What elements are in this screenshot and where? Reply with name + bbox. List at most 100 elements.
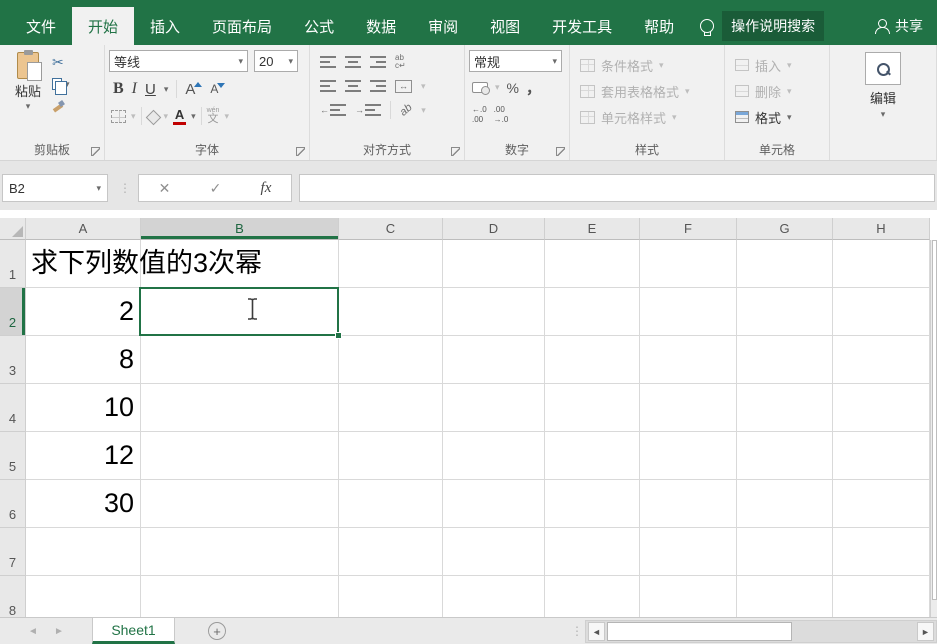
align-right-icon[interactable] <box>370 80 386 92</box>
column-header-d[interactable]: D <box>443 218 545 240</box>
group-editing[interactable]: 编辑 ▾ <box>830 45 937 160</box>
align-top-icon[interactable] <box>320 56 336 68</box>
tab-help[interactable]: 帮助 <box>628 7 690 45</box>
clipboard-dialog-launcher-icon[interactable] <box>91 147 100 156</box>
vertical-scrollbar-thumb[interactable] <box>932 240 937 600</box>
format-as-table-button[interactable]: 套用表格格式 ▾ <box>574 78 720 104</box>
increase-decimal-button[interactable]: ←.0 .00 <box>472 105 487 123</box>
phonetic-guide-button[interactable]: wén 文 <box>207 107 220 125</box>
comma-style-button[interactable]: ， <box>526 77 541 98</box>
borders-icon[interactable] <box>111 110 126 123</box>
bold-button[interactable]: B <box>113 80 124 98</box>
vertical-scrollbar[interactable] <box>930 240 937 617</box>
cell-styles-button[interactable]: 单元格样式 ▾ <box>574 104 720 130</box>
tab-view[interactable]: 视图 <box>474 7 536 45</box>
chevron-down-icon[interactable]: ▾ <box>495 83 500 92</box>
horizontal-scrollbar[interactable]: ◄ ► <box>585 620 937 643</box>
align-bottom-icon[interactable] <box>370 56 386 68</box>
chevron-down-icon[interactable]: ▾ <box>96 184 101 193</box>
insert-function-icon[interactable]: fx <box>261 180 272 197</box>
chevron-down-icon[interactable]: ▾ <box>26 102 31 111</box>
new-sheet-button[interactable]: + <box>208 622 226 640</box>
font-family-combobox[interactable]: 等线 ▾ <box>109 50 248 72</box>
cell-a5-value[interactable]: 12 <box>26 432 134 480</box>
column-header-e[interactable]: E <box>545 218 640 240</box>
merge-center-icon[interactable]: ↔ <box>395 80 412 93</box>
tab-insert[interactable]: 插入 <box>134 7 196 45</box>
alignment-dialog-launcher-icon[interactable] <box>451 147 460 156</box>
cancel-icon[interactable]: ✕ <box>159 180 171 197</box>
tab-page-layout[interactable]: 页面布局 <box>196 7 288 45</box>
font-dialog-launcher-icon[interactable] <box>296 147 305 156</box>
row-header-6[interactable]: 6 <box>0 480 26 528</box>
fill-handle[interactable] <box>335 332 342 339</box>
chevron-down-icon[interactable]: ▾ <box>224 112 229 121</box>
chevron-down-icon[interactable]: ▾ <box>421 82 426 91</box>
column-header-g[interactable]: G <box>737 218 833 240</box>
chevron-down-icon[interactable]: ▾ <box>881 110 886 119</box>
tab-scrollbar-splitter[interactable]: ⋮ <box>571 618 583 644</box>
chevron-down-icon[interactable]: ▾ <box>421 106 426 115</box>
decrease-decimal-button[interactable]: .00 →.0 <box>494 105 509 123</box>
delete-cells-button[interactable]: 删除 ▾ <box>729 78 825 104</box>
cut-button[interactable]: ✂ <box>52 53 70 71</box>
name-box[interactable]: B2 ▾ <box>2 174 108 202</box>
row-header-5[interactable]: 5 <box>0 432 26 480</box>
decrease-font-size-button[interactable]: A <box>210 82 225 96</box>
font-color-button[interactable]: A <box>173 108 186 125</box>
paste-button[interactable]: 粘贴 ▾ <box>4 50 52 142</box>
align-middle-icon[interactable] <box>345 56 361 68</box>
row-header-3[interactable]: 3 <box>0 336 26 384</box>
share-button[interactable]: 共享 <box>875 7 937 45</box>
chevron-down-icon[interactable]: ▾ <box>288 57 293 66</box>
chevron-down-icon[interactable]: ▾ <box>238 57 243 66</box>
tab-home[interactable]: 开始 <box>72 7 134 45</box>
tab-data[interactable]: 数据 <box>350 7 412 45</box>
number-format-combobox[interactable]: 常规 ▾ <box>469 50 562 72</box>
row-header-4[interactable]: 4 <box>0 384 26 432</box>
formula-input[interactable] <box>299 174 935 202</box>
cell-a4-value[interactable]: 10 <box>26 384 134 432</box>
font-size-combobox[interactable]: 20 ▾ <box>254 50 298 72</box>
column-header-b[interactable]: B <box>141 218 339 240</box>
tab-file[interactable]: 文件 <box>10 7 72 45</box>
next-sheet-icon[interactable]: ► <box>54 618 64 644</box>
row-header-2[interactable]: 2 <box>0 288 26 336</box>
conditional-formatting-button[interactable]: 条件格式 ▾ <box>574 52 720 78</box>
chevron-down-icon[interactable]: ▾ <box>164 112 169 121</box>
enter-icon[interactable]: ✓ <box>210 180 222 197</box>
prev-sheet-icon[interactable]: ◄ <box>28 618 38 644</box>
cell-a6-value[interactable]: 30 <box>26 480 134 528</box>
horizontal-scrollbar-thumb[interactable] <box>607 622 792 641</box>
number-dialog-launcher-icon[interactable] <box>556 147 565 156</box>
scroll-left-icon[interactable]: ◄ <box>588 622 605 641</box>
cell-a3-value[interactable]: 8 <box>26 336 134 384</box>
wrap-text-icon[interactable]: ab c↵ <box>395 54 406 70</box>
increase-indent-icon[interactable]: → <box>355 104 381 116</box>
tell-me-search-label[interactable]: 操作说明搜索 <box>722 11 824 41</box>
row-header-1[interactable]: 1 <box>0 240 26 288</box>
tell-me-search[interactable]: 操作说明搜索 <box>700 7 824 45</box>
italic-button[interactable]: I <box>132 80 137 98</box>
cell-a2-value[interactable]: 2 <box>26 288 134 336</box>
decrease-indent-icon[interactable]: ← <box>320 104 346 116</box>
copy-button[interactable]: ▾ <box>52 75 70 93</box>
insert-cells-button[interactable]: 插入 ▾ <box>729 52 825 78</box>
scroll-right-icon[interactable]: ► <box>917 622 934 641</box>
tab-review[interactable]: 审阅 <box>412 7 474 45</box>
active-cell-selection-b2[interactable] <box>139 287 339 336</box>
orientation-icon[interactable]: ab <box>398 101 415 118</box>
column-header-h[interactable]: H <box>833 218 930 240</box>
increase-font-size-button[interactable]: A <box>185 81 202 98</box>
formula-bar-splitter[interactable]: ⋮ <box>119 174 131 202</box>
format-cells-button[interactable]: 格式 ▾ <box>729 104 825 130</box>
fill-color-icon[interactable] <box>147 110 159 122</box>
align-center-icon[interactable] <box>345 80 361 92</box>
accounting-format-icon[interactable] <box>472 82 488 93</box>
underline-button[interactable]: U <box>145 81 156 98</box>
select-all-corner[interactable] <box>0 218 26 240</box>
row-header-7[interactable]: 7 <box>0 528 26 576</box>
row-header-8[interactable]: 8 <box>0 576 26 617</box>
chevron-down-icon[interactable]: ▾ <box>552 57 557 66</box>
column-header-a[interactable]: A <box>26 218 141 240</box>
